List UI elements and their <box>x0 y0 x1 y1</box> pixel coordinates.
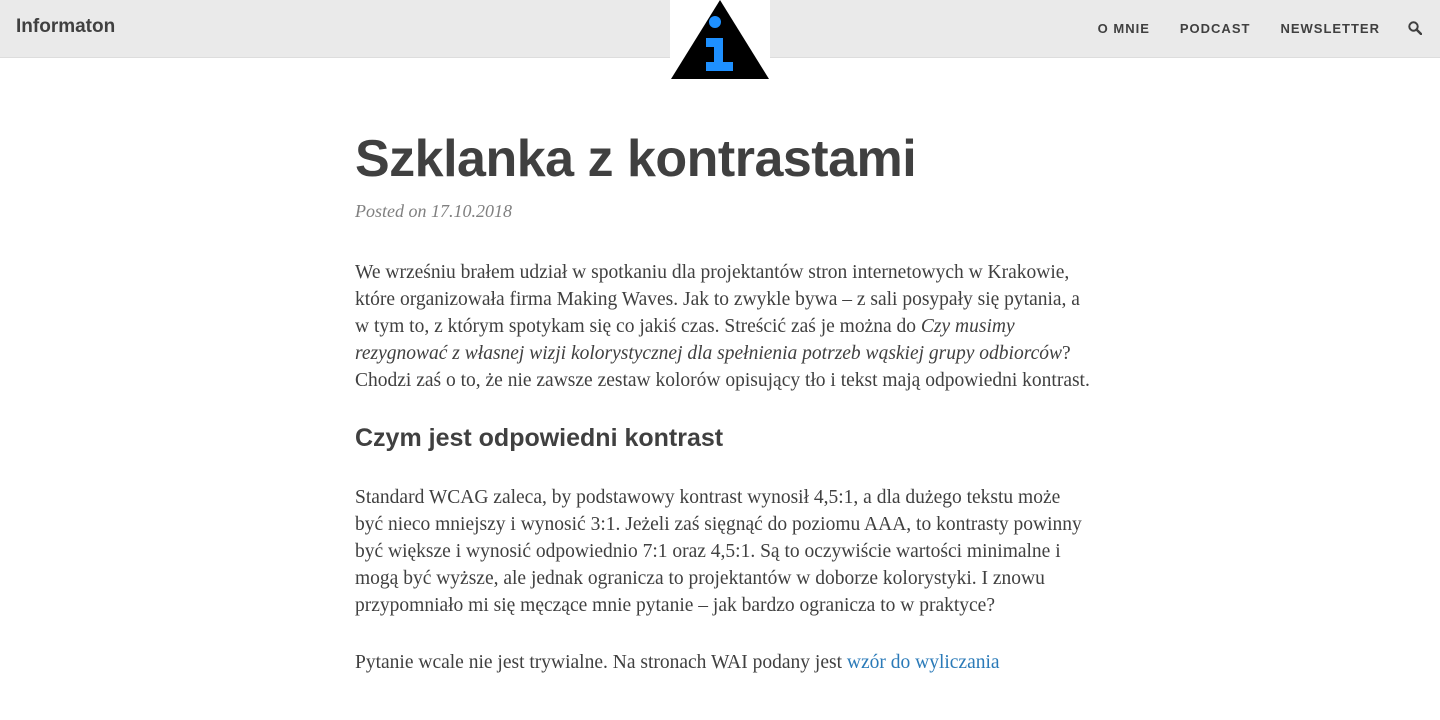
post-paragraph: Standard WCAG zaleca, by podstawowy kont… <box>355 487 1082 616</box>
paragraph-text: Pytanie wcale nie jest trywialne. Na str… <box>355 652 847 673</box>
post-meta: Posted on 17.10.2018 <box>355 201 512 221</box>
post-paragraph: Pytanie wcale nie jest trywialne. Na str… <box>355 649 1090 676</box>
section-heading: Czym jest odpowiedni kontrast <box>355 424 724 452</box>
formula-link[interactable]: wzór do wyliczania <box>847 652 1000 673</box>
post-body: We wrześniu brałem udział w spotkaniu dl… <box>355 259 1090 676</box>
post: Szklanka z kontrastami Posted on 17.10.2… <box>355 128 1090 676</box>
search-button[interactable] <box>1408 21 1424 37</box>
main-nav: O MNIE PODCAST NEWSLETTER <box>1098 21 1380 36</box>
nav-link-newsletter[interactable]: NEWSLETTER <box>1280 21 1380 36</box>
nav-link-o-mnie[interactable]: O MNIE <box>1098 21 1150 36</box>
search-icon <box>1408 21 1423 36</box>
site-logo[interactable] <box>670 0 770 80</box>
post-title: Szklanka z kontrastami <box>355 130 917 188</box>
post-paragraph: We wrześniu brałem udział w spotkaniu dl… <box>355 259 1090 394</box>
navbar: Informaton O MNIE PODCAST NEWSLETTER <box>0 0 1440 80</box>
nav-link-podcast[interactable]: PODCAST <box>1180 21 1251 36</box>
site-brand[interactable]: Informaton <box>16 16 115 38</box>
info-triangle-icon <box>671 0 769 79</box>
